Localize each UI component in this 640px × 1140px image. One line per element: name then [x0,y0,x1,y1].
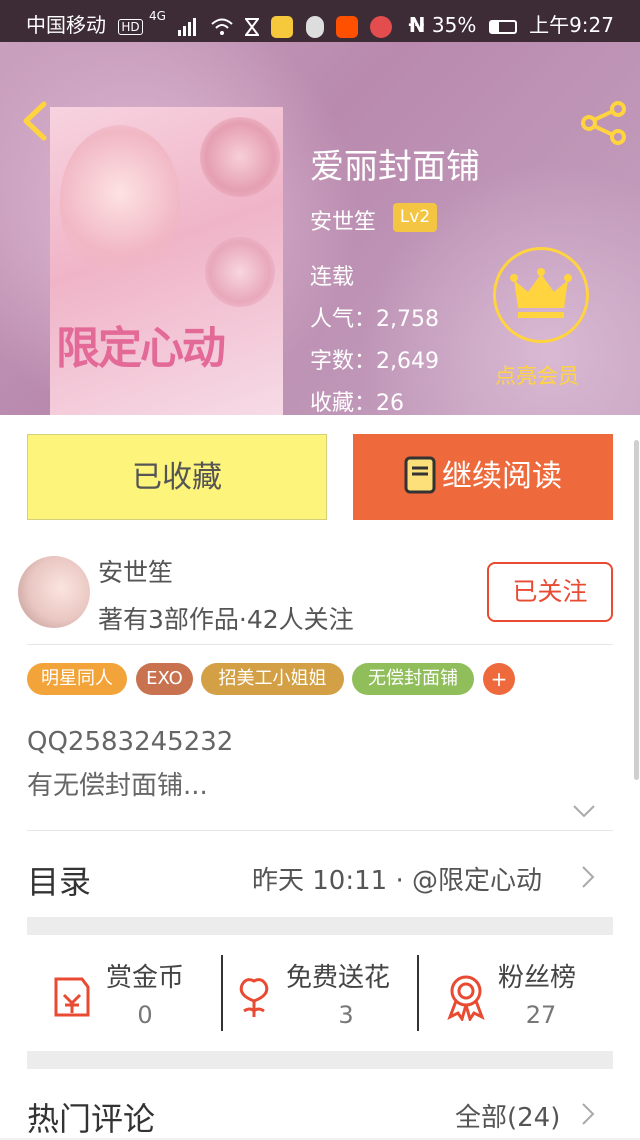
star-app-icon [271,15,294,38]
tag-item[interactable]: 招美工小姐姐 [201,663,344,695]
battery-icon [488,19,517,34]
hd-icon: HD [118,18,143,35]
back-icon[interactable] [18,100,54,142]
tag-item[interactable]: 无偿封面铺 [352,663,474,695]
section-band [27,917,613,935]
stat-popularity: 人气：2,758 [310,307,439,332]
vip-crown-button[interactable] [493,247,589,343]
tag-item[interactable]: EXO [136,663,193,695]
book-icon [404,456,436,493]
status-bar: 中国移动 HD 4G ··· N 35% 上午9:27 [0,0,640,42]
flower-icon [239,978,269,1017]
section-band [27,1051,613,1069]
network-label: 4G [148,9,166,23]
book-cover: 限定心动 [50,107,283,415]
battery-percent: 35% [431,13,477,37]
separator [221,955,223,1031]
book-author: 安世笙 [310,210,377,235]
continue-reading-button[interactable]: 继续阅读 [353,434,613,520]
app-icon [370,15,393,38]
fans-ranking-button[interactable]: 粉丝榜 27 [444,955,614,1035]
nfc-icon: N [408,13,426,37]
toc-latest-update[interactable]: 昨天 10:11 · @限定心动 [252,860,542,897]
taobao-icon [336,15,359,38]
divider [27,644,613,645]
chevron-right-icon[interactable] [580,1102,596,1126]
description-line-1: QQ2583245232 [27,727,234,757]
expand-chevron-icon[interactable] [572,803,596,819]
share-icon[interactable] [580,100,628,146]
red-packet-icon [54,977,90,1017]
book-title: 爱丽封面铺 [310,147,480,187]
signal-icon [178,17,197,36]
wifi-icon [210,18,233,35]
favorited-button[interactable]: 已收藏 [27,434,327,520]
toc-label[interactable]: 目录 [27,857,91,903]
clock: 上午9:27 [529,13,614,37]
all-comments-link[interactable]: 全部(24) [455,1097,560,1134]
send-flower-button[interactable]: 免费送花 3 [234,955,414,1035]
qq-icon [305,15,324,38]
author-avatar[interactable] [18,556,90,628]
stat-words: 字数：2,649 [310,349,439,374]
divider [27,830,613,831]
vip-label[interactable]: 点亮会员 [495,360,579,390]
add-tag-button[interactable]: + [483,663,515,695]
carrier-label: 中国移动 [26,13,106,37]
stat-favorites: 收藏：26 [310,391,405,415]
medal-icon [447,975,485,1021]
chevron-right-icon[interactable] [580,865,596,889]
book-header: 限定心动 爱丽封面铺 安世笙 Lv2 连载 人气：2,758 字数：2,649 … [0,42,640,415]
hourglass-icon [245,17,259,36]
crown-icon [510,268,572,318]
hot-comments-title: 热门评论 [27,1100,156,1138]
scrollbar[interactable] [634,440,639,780]
separator [417,955,419,1031]
author-info: 著有3部作品·42人关注 [98,605,354,634]
cover-title: 限定心动 [56,323,226,374]
book-status: 连载 [310,265,355,290]
author-name[interactable]: 安世笙 [98,553,173,589]
reward-coins-button[interactable]: 赏金币 0 [48,955,220,1035]
description-line-2: 有无偿封面铺... [27,771,208,801]
tag-item[interactable]: 明星同人 [27,663,127,695]
follow-button[interactable]: 已关注 [487,562,613,622]
level-badge: Lv2 [393,203,437,232]
